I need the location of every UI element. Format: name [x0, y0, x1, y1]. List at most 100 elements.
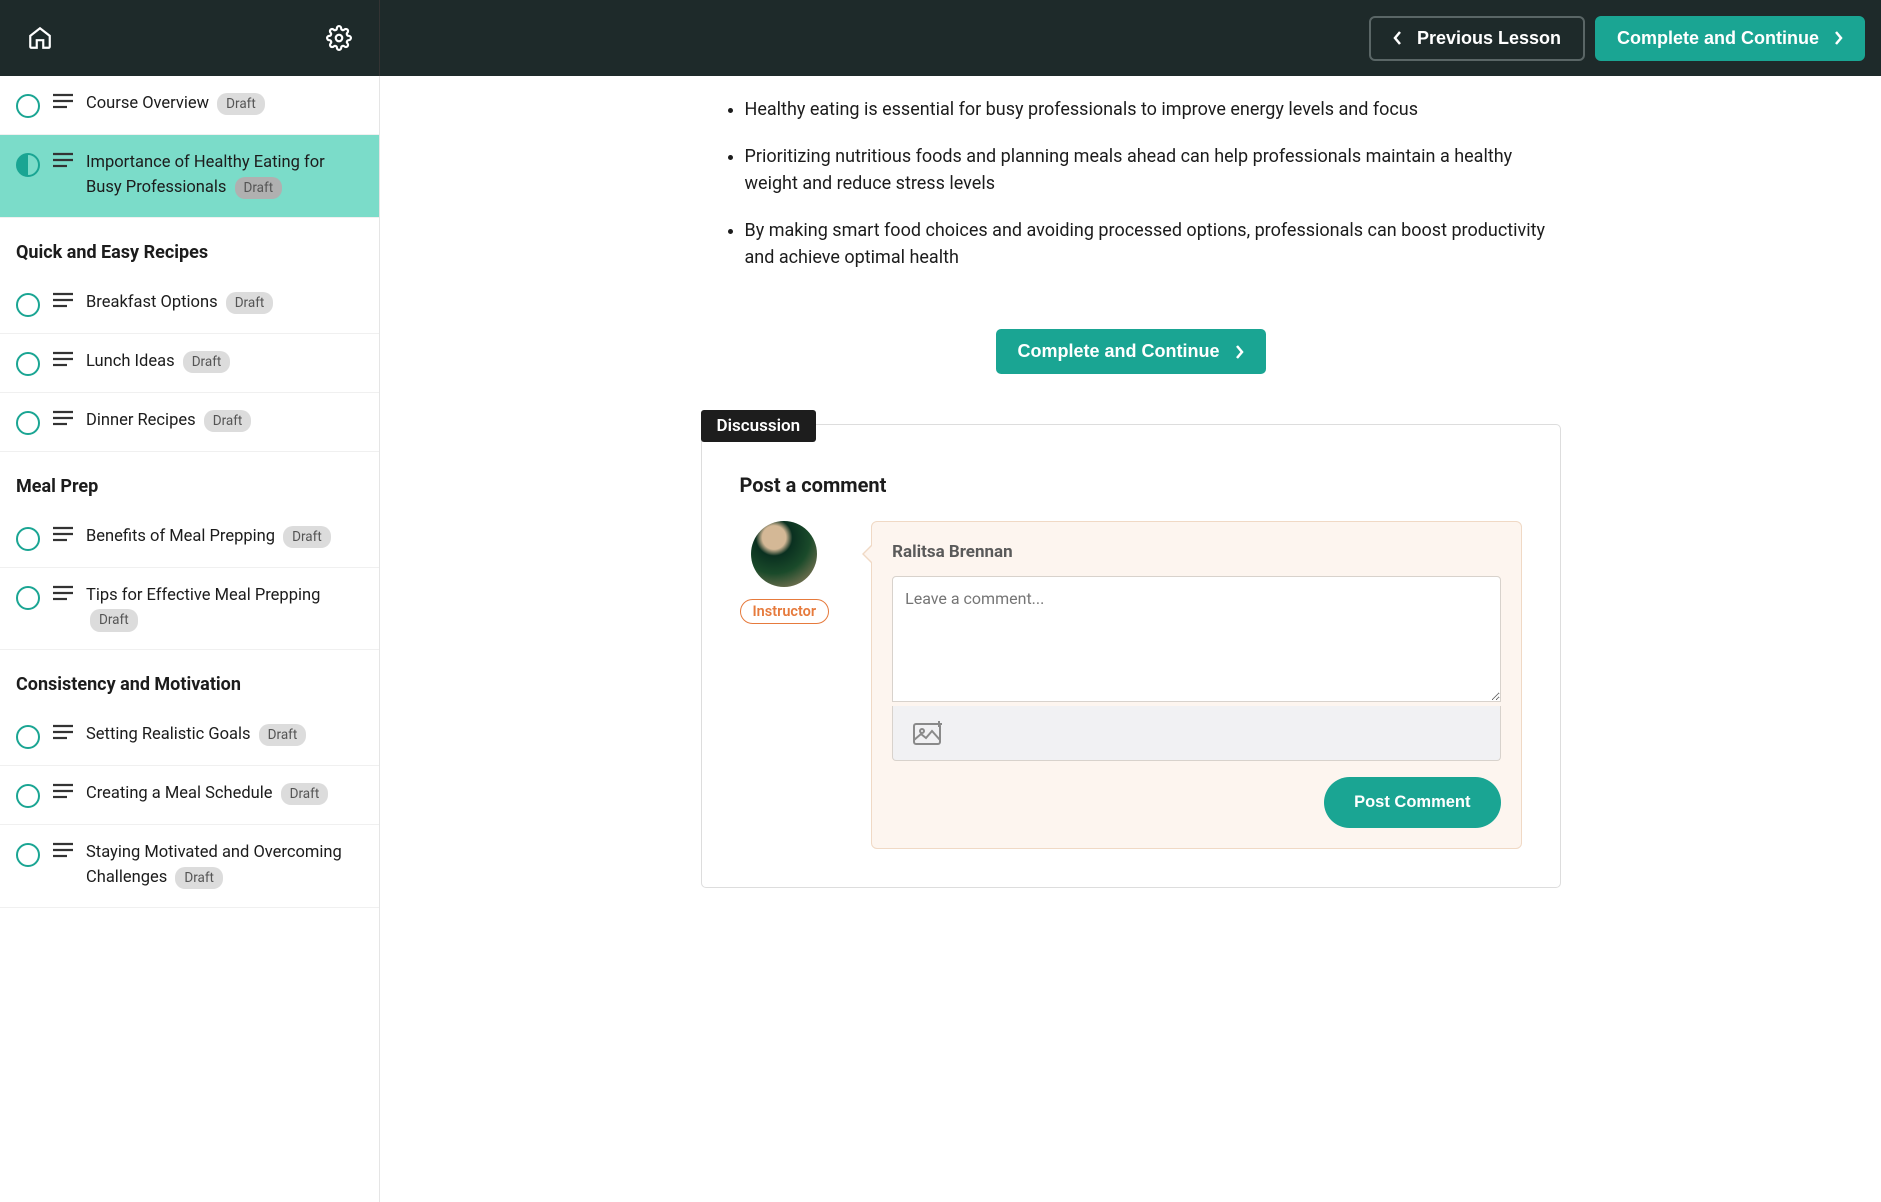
settings-button[interactable] [319, 18, 359, 58]
lesson-label: Setting Realistic Goals [86, 725, 251, 744]
section-title: Quick and Easy Recipes [0, 218, 379, 275]
discussion-title: Post a comment [740, 473, 1522, 497]
lesson-label: Course Overview [86, 94, 209, 113]
content-bullet: By making smart food choices and avoidin… [745, 207, 1561, 281]
lesson-status-icon [16, 153, 40, 177]
sidebar[interactable]: Course Overview Draft Importance of Heal… [0, 76, 380, 1202]
lesson-body: Staying Motivated and Overcoming Challen… [52, 841, 363, 891]
chevron-right-icon [1234, 344, 1244, 360]
text-icon [52, 783, 74, 801]
draft-badge: Draft [90, 609, 138, 631]
gear-icon [326, 25, 352, 51]
lesson-item[interactable]: Benefits of Meal Prepping Draft [0, 509, 379, 568]
draft-badge: Draft [283, 526, 331, 548]
draft-badge: Draft [183, 351, 231, 373]
draft-badge: Draft [235, 177, 283, 199]
lesson-body: Course Overview Draft [52, 92, 363, 117]
lesson-text: Creating a Meal Schedule Draft [86, 782, 328, 807]
lesson-status-icon [16, 352, 40, 376]
complete-continue-button[interactable]: Complete and Continue [1595, 16, 1865, 61]
discussion-tab: Discussion [701, 410, 817, 442]
header: Previous Lesson Complete and Continue [0, 0, 1881, 76]
comment-textarea[interactable] [892, 576, 1500, 702]
continue-row: Complete and Continue [701, 329, 1561, 374]
post-comment-button[interactable]: Post Comment [1324, 777, 1500, 828]
lesson-text: Setting Realistic Goals Draft [86, 723, 306, 748]
text-icon [52, 152, 74, 170]
lesson-item[interactable]: Breakfast Options Draft [0, 275, 379, 334]
lesson-label: Tips for Effective Meal Prepping [86, 586, 320, 605]
header-right: Previous Lesson Complete and Continue [380, 0, 1881, 76]
lesson-status-icon [16, 725, 40, 749]
lesson-body: Tips for Effective Meal Prepping Draft [52, 584, 363, 634]
complete-continue-label: Complete and Continue [1617, 28, 1819, 49]
lesson-item[interactable]: Tips for Effective Meal Prepping Draft [0, 568, 379, 651]
lesson-text: Lunch Ideas Draft [86, 350, 230, 375]
main: Healthy eating is essential for busy pro… [380, 0, 1881, 948]
content: Healthy eating is essential for busy pro… [671, 76, 1591, 948]
text-icon [52, 842, 74, 860]
lesson-body: Breakfast Options Draft [52, 291, 363, 316]
comment-row: Instructor Ralitsa Brennan Post Comment [740, 521, 1522, 849]
lesson-label: Dinner Recipes [86, 411, 196, 430]
lesson-status-icon [16, 784, 40, 808]
lesson-item[interactable]: Creating a Meal Schedule Draft [0, 766, 379, 825]
lesson-item[interactable]: Lunch Ideas Draft [0, 334, 379, 393]
text-icon [52, 292, 74, 310]
text-icon [52, 351, 74, 369]
lesson-body: Creating a Meal Schedule Draft [52, 782, 363, 807]
lesson-body: Benefits of Meal Prepping Draft [52, 525, 363, 550]
complete-continue-button-inline[interactable]: Complete and Continue [996, 329, 1266, 374]
chevron-right-icon [1833, 30, 1843, 46]
lesson-item[interactable]: Importance of Healthy Eating for Busy Pr… [0, 135, 379, 218]
content-bullet: Healthy eating is essential for busy pro… [745, 86, 1561, 133]
complete-continue-label-inline: Complete and Continue [1018, 341, 1220, 362]
text-icon [52, 410, 74, 428]
chevron-left-icon [1393, 30, 1403, 46]
lesson-label: Breakfast Options [86, 293, 218, 312]
lesson-label: Lunch Ideas [86, 352, 175, 371]
lesson-text: Course Overview Draft [86, 92, 265, 117]
draft-badge: Draft [226, 292, 274, 314]
comment-toolbar [892, 706, 1500, 761]
lesson-text: Benefits of Meal Prepping Draft [86, 525, 331, 550]
previous-lesson-label: Previous Lesson [1417, 28, 1561, 49]
draft-badge: Draft [281, 783, 329, 805]
text-icon [52, 724, 74, 742]
lesson-body: Importance of Healthy Eating for Busy Pr… [52, 151, 363, 201]
content-bullets: Healthy eating is essential for busy pro… [701, 86, 1561, 281]
commenter-name: Ralitsa Brennan [892, 542, 1500, 562]
draft-badge: Draft [259, 724, 307, 746]
previous-lesson-button[interactable]: Previous Lesson [1369, 16, 1585, 61]
draft-badge: Draft [175, 867, 223, 889]
lesson-body: Dinner Recipes Draft [52, 409, 363, 434]
instructor-badge: Instructor [740, 599, 830, 624]
avatar-column: Instructor [740, 521, 830, 624]
lesson-status-icon [16, 411, 40, 435]
comment-card: Ralitsa Brennan Post Comment [871, 521, 1521, 849]
text-icon [52, 526, 74, 544]
lesson-status-icon [16, 527, 40, 551]
lesson-text: Importance of Healthy Eating for Busy Pr… [86, 151, 363, 201]
section-title: Meal Prep [0, 452, 379, 509]
lesson-status-icon [16, 293, 40, 317]
lesson-label: Creating a Meal Schedule [86, 784, 273, 803]
lesson-status-icon [16, 94, 40, 118]
home-button[interactable] [20, 18, 60, 58]
discussion-box: Discussion Post a comment Instructor Ral… [701, 424, 1561, 888]
image-icon [913, 720, 945, 746]
header-left [0, 0, 380, 76]
text-icon [52, 585, 74, 603]
lesson-text: Staying Motivated and Overcoming Challen… [86, 841, 363, 891]
lesson-item[interactable]: Course Overview Draft [0, 76, 379, 135]
image-upload-button[interactable] [913, 720, 1479, 746]
content-bullet: Prioritizing nutritious foods and planni… [745, 133, 1561, 207]
draft-badge: Draft [217, 93, 265, 115]
lesson-text: Dinner Recipes Draft [86, 409, 251, 434]
lesson-item[interactable]: Dinner Recipes Draft [0, 393, 379, 452]
lesson-item[interactable]: Setting Realistic Goals Draft [0, 707, 379, 766]
lesson-body: Lunch Ideas Draft [52, 350, 363, 375]
lesson-status-icon [16, 843, 40, 867]
lesson-item[interactable]: Staying Motivated and Overcoming Challen… [0, 825, 379, 908]
lesson-text: Breakfast Options Draft [86, 291, 273, 316]
